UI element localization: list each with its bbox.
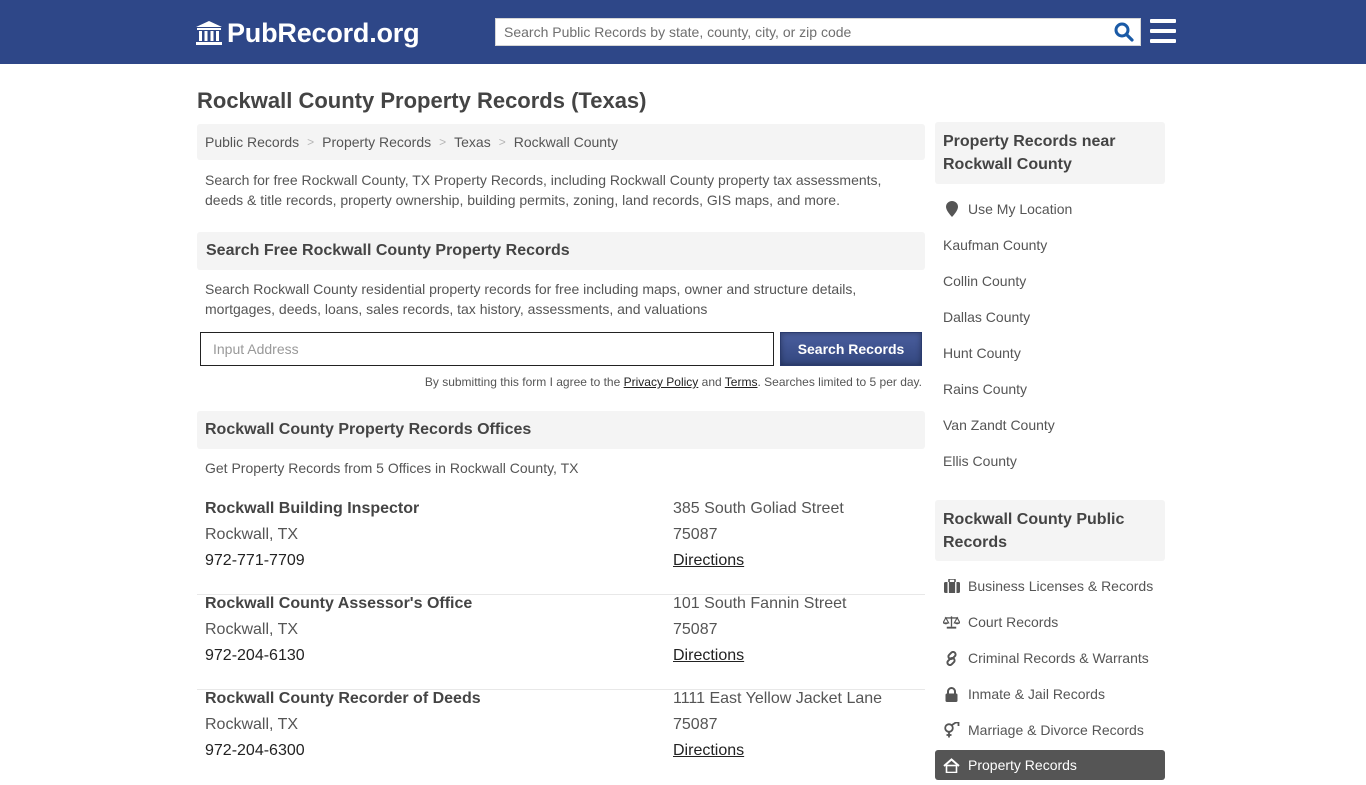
- sidebar-item-label: Property Records: [968, 757, 1077, 773]
- gender-icon: [943, 722, 960, 738]
- address-input[interactable]: [200, 332, 774, 366]
- offices-section-heading: Rockwall County Property Records Offices: [197, 411, 925, 449]
- courthouse-icon: [196, 21, 222, 45]
- breadcrumb-property-records[interactable]: Property Records: [322, 134, 431, 150]
- office-listing: Rockwall Building Inspector Rockwall, TX…: [197, 500, 925, 595]
- sidebar-item-label: Business Licenses & Records: [968, 578, 1154, 594]
- site-search-button[interactable]: [1108, 19, 1140, 45]
- intro-text: Search for free Rockwall County, TX Prop…: [205, 172, 882, 208]
- nearby-county-link[interactable]: Collin County: [943, 273, 1026, 289]
- office-street: 1111 East Yellow Jacket Lane: [673, 690, 883, 707]
- nearby-records-heading: Property Records near Rockwall County: [935, 122, 1165, 184]
- office-listing: Rockwall County Assessor's Office Rockwa…: [197, 595, 925, 690]
- breadcrumb-separator: >: [439, 135, 447, 149]
- search-icon: [1114, 22, 1134, 42]
- search-section-heading: Search Free Rockwall County Property Rec…: [197, 232, 925, 270]
- breadcrumb-rockwall-county[interactable]: Rockwall County: [514, 134, 618, 150]
- sidebar-item-criminal-records[interactable]: Criminal Records & Warrants: [943, 650, 1149, 666]
- disclaimer-suffix: . Searches limited to 5 per day.: [757, 375, 922, 389]
- nearby-county-link[interactable]: Van Zandt County: [943, 417, 1055, 433]
- office-name[interactable]: Rockwall County Recorder of Deeds: [205, 690, 481, 708]
- office-phone[interactable]: 972-204-6300: [205, 742, 305, 760]
- site-search-box: [495, 18, 1141, 46]
- page-title: Rockwall County Property Records (Texas): [197, 88, 647, 113]
- offices-subtext: Get Property Records from 5 Offices in R…: [205, 460, 579, 476]
- use-my-location-link[interactable]: Use My Location: [943, 201, 1072, 217]
- public-records-heading: Rockwall County Public Records: [935, 500, 1165, 561]
- nearby-county-link[interactable]: Rains County: [943, 381, 1027, 397]
- sidebar-item-label: Marriage & Divorce Records: [968, 722, 1144, 738]
- disclaimer-prefix: By submitting this form I agree to the: [424, 375, 624, 389]
- office-city: Rockwall, TX: [205, 526, 299, 543]
- lock-icon: [943, 686, 960, 702]
- sidebar-item-label: Criminal Records & Warrants: [968, 650, 1149, 666]
- office-name[interactable]: Rockwall County Assessor's Office: [205, 595, 472, 613]
- search-records-button[interactable]: Search Records: [780, 332, 922, 366]
- site-search-input[interactable]: [496, 19, 1108, 45]
- breadcrumb-public-records[interactable]: Public Records: [205, 134, 299, 150]
- site-logo[interactable]: PubRecord.org: [195, 17, 420, 49]
- office-phone[interactable]: 972-204-6130: [205, 647, 305, 665]
- briefcase-icon: [943, 578, 960, 594]
- use-my-location-label: Use My Location: [968, 201, 1073, 217]
- office-name[interactable]: Rockwall Building Inspector: [205, 500, 419, 518]
- office-zip: 75087: [673, 621, 718, 638]
- disclaimer-and: and: [698, 375, 725, 389]
- office-street: 101 South Fannin Street: [673, 595, 847, 612]
- link-icon: [943, 650, 960, 666]
- form-disclaimer: By submitting this form I agree to the P…: [197, 375, 922, 389]
- search-section-description: Search Rockwall County residential prope…: [205, 281, 857, 317]
- nearby-county-link[interactable]: Kaufman County: [943, 237, 1047, 253]
- sidebar-item-marriage-records[interactable]: Marriage & Divorce Records: [943, 722, 1144, 738]
- office-zip: 75087: [673, 526, 718, 543]
- directions-link[interactable]: Directions: [673, 647, 744, 665]
- office-street: 385 South Goliad Street: [673, 500, 844, 517]
- logo-text: PubRecord.org: [227, 17, 420, 48]
- privacy-policy-link[interactable]: Privacy Policy: [624, 375, 699, 389]
- breadcrumb: Public Records > Property Records > Texa…: [197, 124, 925, 160]
- office-city: Rockwall, TX: [205, 716, 299, 733]
- sidebar-item-business-licenses[interactable]: Business Licenses & Records: [943, 578, 1153, 594]
- directions-link[interactable]: Directions: [673, 552, 744, 570]
- sidebar-item-label: Court Records: [968, 614, 1059, 630]
- nearby-county-link[interactable]: Ellis County: [943, 453, 1017, 469]
- menu-bar: [1150, 39, 1176, 43]
- sidebar-item-inmate-records[interactable]: Inmate & Jail Records: [943, 686, 1105, 702]
- home-icon: [943, 757, 960, 773]
- menu-bar: [1150, 29, 1176, 33]
- nearby-county-link[interactable]: Dallas County: [943, 309, 1030, 325]
- map-marker-icon: [943, 201, 960, 217]
- menu-bar: [1150, 19, 1176, 23]
- top-navbar: PubRecord.org: [0, 0, 1366, 64]
- office-listing: Rockwall County Recorder of Deeds Rockwa…: [197, 690, 925, 785]
- directions-link[interactable]: Directions: [673, 742, 744, 760]
- sidebar-item-court-records[interactable]: Court Records: [943, 614, 1058, 630]
- breadcrumb-texas[interactable]: Texas: [454, 134, 491, 150]
- terms-link[interactable]: Terms: [725, 375, 758, 389]
- office-city: Rockwall, TX: [205, 621, 299, 638]
- office-phone[interactable]: 972-771-7709: [205, 552, 305, 570]
- hamburger-menu-button[interactable]: [1150, 19, 1176, 43]
- breadcrumb-separator: >: [498, 135, 506, 149]
- sidebar-item-property-records-active[interactable]: Property Records: [935, 750, 1165, 780]
- nearby-county-link[interactable]: Hunt County: [943, 345, 1021, 361]
- sidebar-item-label: Inmate & Jail Records: [968, 686, 1105, 702]
- scales-icon: [943, 614, 960, 630]
- office-zip: 75087: [673, 716, 718, 733]
- breadcrumb-separator: >: [307, 135, 315, 149]
